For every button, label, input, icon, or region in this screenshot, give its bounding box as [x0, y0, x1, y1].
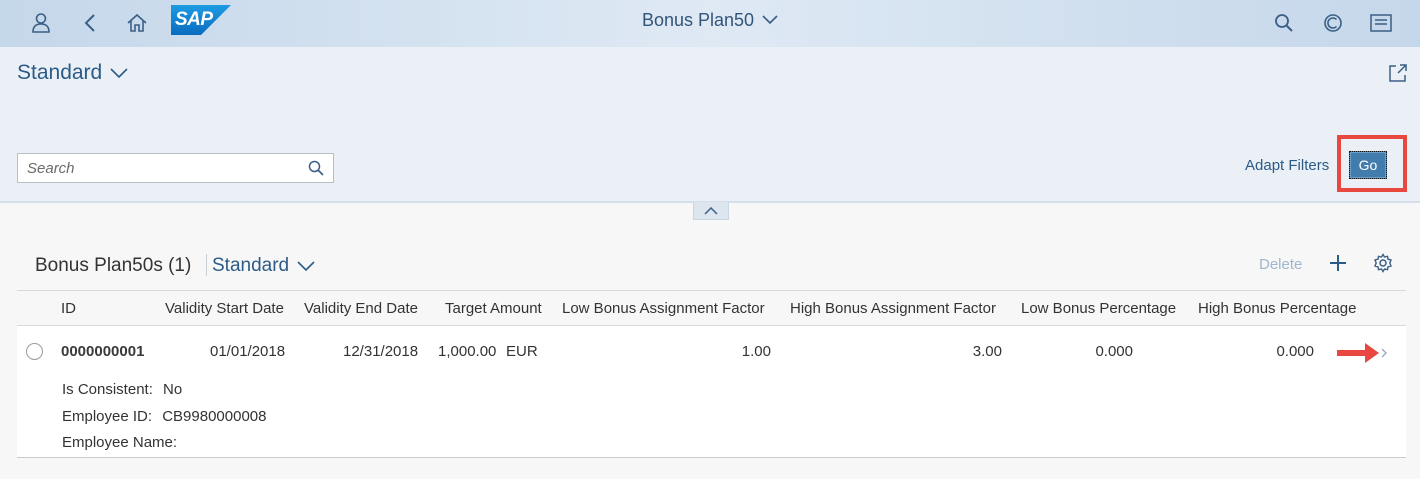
delete-button[interactable]: Delete	[1259, 256, 1302, 273]
app-title-menu[interactable]: Bonus Plan50	[560, 0, 860, 40]
copilot-icon[interactable]	[1316, 6, 1350, 40]
column-header-target-amount[interactable]: Target Amount	[445, 300, 542, 317]
user-icon[interactable]	[24, 6, 58, 40]
cell-low-pct: 0.000	[1095, 343, 1133, 360]
search-input[interactable]	[18, 154, 299, 182]
back-icon[interactable]	[73, 6, 107, 40]
cell-validity-start: 01/01/2018	[210, 343, 286, 360]
adapt-filters-link[interactable]: Adapt Filters	[1245, 157, 1329, 174]
attribute-label: Employee ID:	[62, 408, 153, 425]
chevron-up-icon	[704, 206, 718, 215]
chevron-down-icon	[110, 67, 128, 78]
search-icon[interactable]	[1267, 6, 1301, 40]
attribute-employee-name: Employee Name:	[62, 434, 187, 451]
app-title: Bonus Plan50	[641, 9, 755, 30]
column-header-low-factor[interactable]: Low Bonus Assignment Factor	[562, 300, 765, 317]
column-header-validity-start[interactable]: Validity Start Date	[165, 300, 284, 317]
cell-validity-end: 12/31/2018	[343, 343, 419, 360]
row-navigation[interactable]	[1337, 339, 1389, 367]
settings-icon[interactable]	[1373, 253, 1395, 275]
add-icon[interactable]	[1328, 253, 1350, 275]
cell-high-pct: 0.000	[1276, 343, 1314, 360]
red-arrow-annotation-icon	[1337, 343, 1379, 363]
filter-header: Standard Adapt Filters Go	[0, 47, 1420, 201]
chevron-right-icon	[1381, 348, 1387, 358]
toolbar-separator	[206, 254, 207, 276]
cell-currency: EUR	[506, 343, 538, 360]
collapse-header-button[interactable]	[693, 202, 729, 220]
column-header-high-pct[interactable]: High Bonus Percentage	[1198, 300, 1356, 317]
chevron-down-icon	[762, 15, 778, 25]
variant-management[interactable]: Standard	[17, 61, 128, 85]
table-header-row: ID Validity Start Date Validity End Date…	[17, 290, 1406, 326]
sap-logo[interactable]: SAP	[171, 5, 231, 35]
share-icon[interactable]	[1388, 63, 1410, 85]
column-header-validity-end[interactable]: Validity End Date	[304, 300, 418, 317]
logo-text: SAP	[175, 9, 213, 30]
cell-low-factor: 1.00	[741, 343, 771, 360]
attribute-employee-id: Employee ID: CB9980000008	[62, 408, 266, 425]
column-header-high-factor[interactable]: High Bonus Assignment Factor	[790, 300, 996, 317]
go-button[interactable]: Go	[1349, 151, 1387, 179]
row-select-radio[interactable]	[26, 343, 43, 360]
search-icon[interactable]	[299, 154, 333, 182]
shell-bar: SAP Bonus Plan50	[0, 0, 1420, 47]
home-icon[interactable]	[120, 6, 154, 40]
attribute-is-consistent: Is Consistent: No	[62, 381, 182, 398]
table-title: Bonus Plan50s (1)	[35, 255, 192, 276]
table-row[interactable]: 0000000001 01/01/2018 12/31/2018 1,000.0…	[17, 326, 1406, 458]
attribute-value: No	[163, 381, 183, 398]
attribute-label: Employee Name:	[62, 434, 178, 451]
smart-table: Bonus Plan50s (1) Standard Delete ID Val…	[17, 240, 1406, 459]
column-header-low-pct[interactable]: Low Bonus Percentage	[1021, 300, 1176, 317]
chevron-down-icon	[297, 260, 315, 271]
table-variant-label: Standard	[212, 255, 290, 276]
cell-high-factor: 3.00	[972, 343, 1002, 360]
search-field[interactable]	[17, 153, 334, 183]
variant-label: Standard	[17, 61, 103, 84]
attribute-label: Is Consistent:	[62, 381, 153, 398]
cell-target-amount: 1,000.00	[438, 343, 497, 360]
notifications-icon[interactable]	[1364, 6, 1398, 40]
column-header-id[interactable]: ID	[61, 300, 76, 317]
table-variant-management[interactable]: Standard	[212, 255, 315, 277]
attribute-value: CB9980000008	[162, 408, 267, 425]
cell-id: 0000000001	[61, 343, 145, 360]
